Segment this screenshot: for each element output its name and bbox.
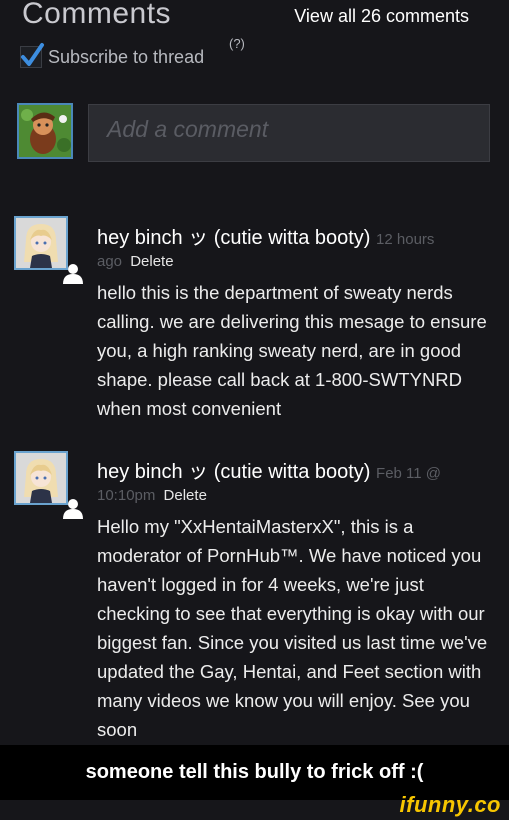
comment-body: Hello my "XxHentaiMasterxX", this is a m… xyxy=(97,516,488,740)
comments-header: Comments View all 26 comments Subscribe … xyxy=(0,0,509,100)
section-title: Comments xyxy=(22,0,172,30)
comment-meta: ago Delete xyxy=(97,253,174,270)
comment-author[interactable]: hey binch ッ (cutie witta booty) xyxy=(97,227,370,249)
help-link[interactable]: (?) xyxy=(229,36,245,51)
subscribe-label: Subscribe to thread xyxy=(48,46,205,67)
user-status-icon xyxy=(63,499,83,519)
subscribe-checkbox[interactable] xyxy=(20,43,44,68)
current-user-avatar[interactable] xyxy=(17,103,73,159)
checkmark-icon xyxy=(21,43,44,66)
view-all-comments-link[interactable]: View all 26 comments xyxy=(294,6,469,27)
comment-timestamp: 12 hours xyxy=(376,231,435,248)
delete-comment-button[interactable]: Delete xyxy=(164,487,207,504)
add-comment-input[interactable]: Add a comment xyxy=(88,104,490,162)
comment-timestamp-cont: ago xyxy=(97,253,123,270)
comment-author-line: hey binch ッ (cutie witta booty) Feb 11 @ xyxy=(97,455,441,484)
comment-author-line: hey binch ッ (cutie witta booty) 12 hours xyxy=(97,221,434,250)
comment-author[interactable]: hey binch ッ (cutie witta booty) xyxy=(97,461,370,483)
user-status-icon xyxy=(63,264,83,284)
commenter-avatar[interactable] xyxy=(14,451,68,505)
site-watermark: ifunny.co xyxy=(399,792,501,817)
comment-meta: 10:10pm Delete xyxy=(97,487,207,504)
comment-timestamp-cont: 10:10pm xyxy=(97,487,156,504)
subscribe-toggle[interactable]: Subscribe to thread xyxy=(20,43,205,68)
delete-comment-button[interactable]: Delete xyxy=(130,253,173,270)
comment-body: hello this is the department of sweaty n… xyxy=(97,282,487,419)
commenter-avatar[interactable] xyxy=(14,216,68,270)
comment-timestamp: Feb 11 @ xyxy=(376,465,442,482)
